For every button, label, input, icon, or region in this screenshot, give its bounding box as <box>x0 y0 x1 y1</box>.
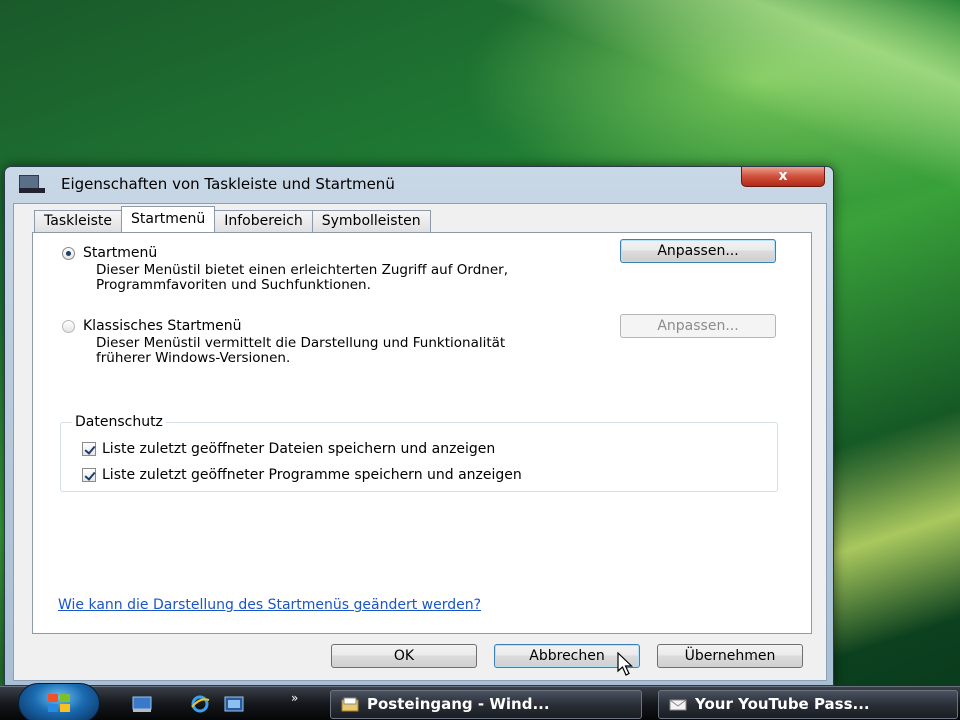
apply-button[interactable]: Übernehmen <box>657 644 803 668</box>
taskbar: » Posteingang - Wind... Your YouTube Pas… <box>0 683 960 720</box>
close-button[interactable]: x <box>741 167 825 187</box>
tab-startmenue[interactable]: Startmenü <box>121 206 216 232</box>
tab-symbolleisten[interactable]: Symbolleisten <box>311 210 431 232</box>
taskbar-item-youtube-mail[interactable]: Your YouTube Pass... <box>658 690 958 719</box>
startmenu-radio[interactable] <box>62 246 75 260</box>
show-desktop-icon[interactable] <box>132 695 152 713</box>
mail-folder-icon <box>341 697 359 712</box>
recent-programs-checkbox[interactable] <box>82 468 96 482</box>
startmenu-description: Dieser Menüstil bietet einen erleichtert… <box>96 262 508 293</box>
tab-taskleiste[interactable]: Taskleiste <box>34 210 123 232</box>
start-button[interactable] <box>18 683 100 720</box>
switch-windows-icon[interactable] <box>224 695 244 713</box>
taskbar-item-label: Your YouTube Pass... <box>695 695 870 713</box>
customize-startmenu-button[interactable]: Anpassen... <box>620 239 776 263</box>
classic-radio-label: Klassisches Startmenü <box>83 318 242 334</box>
ok-button[interactable]: OK <box>331 644 477 668</box>
taskbar-icon <box>19 175 45 193</box>
privacy-group-title: Datenschutz <box>72 414 166 430</box>
classic-description: Dieser Menüstil vermittelt die Darstellu… <box>96 335 506 366</box>
classic-radio[interactable] <box>62 319 75 333</box>
window-title: Eigenschaften von Taskleiste und Startme… <box>61 175 395 193</box>
quicklaunch-overflow-icon[interactable]: » <box>291 691 298 705</box>
startmenu-radio-row[interactable]: Startmenü <box>62 245 157 261</box>
recent-files-label: Liste zuletzt geöffneter Dateien speiche… <box>102 441 496 457</box>
tab-strip: Taskleiste Startmenü Infobereich Symboll… <box>34 206 431 232</box>
customize-classic-button: Anpassen... <box>620 314 776 338</box>
recent-programs-option[interactable]: Liste zuletzt geöffneter Programme speic… <box>82 467 522 483</box>
recent-programs-label: Liste zuletzt geöffneter Programme speic… <box>102 467 522 483</box>
classic-radio-row[interactable]: Klassisches Startmenü <box>62 318 242 334</box>
windows-logo-icon <box>48 694 72 714</box>
taskbar-item-posteingang[interactable]: Posteingang - Wind... <box>330 690 642 719</box>
mouse-cursor-icon <box>617 652 633 676</box>
internet-explorer-icon[interactable] <box>190 695 210 713</box>
recent-files-checkbox[interactable] <box>82 442 96 456</box>
help-link[interactable]: Wie kann die Darstellung des Startmenüs … <box>58 597 481 613</box>
taskbar-item-label: Posteingang - Wind... <box>367 695 550 713</box>
tab-infobereich[interactable]: Infobereich <box>214 210 313 232</box>
title-bar[interactable]: Eigenschaften von Taskleiste und Startme… <box>5 167 833 201</box>
recent-files-option[interactable]: Liste zuletzt geöffneter Dateien speiche… <box>82 441 495 457</box>
envelope-icon <box>669 699 687 711</box>
startmenu-radio-label: Startmenü <box>83 245 158 261</box>
